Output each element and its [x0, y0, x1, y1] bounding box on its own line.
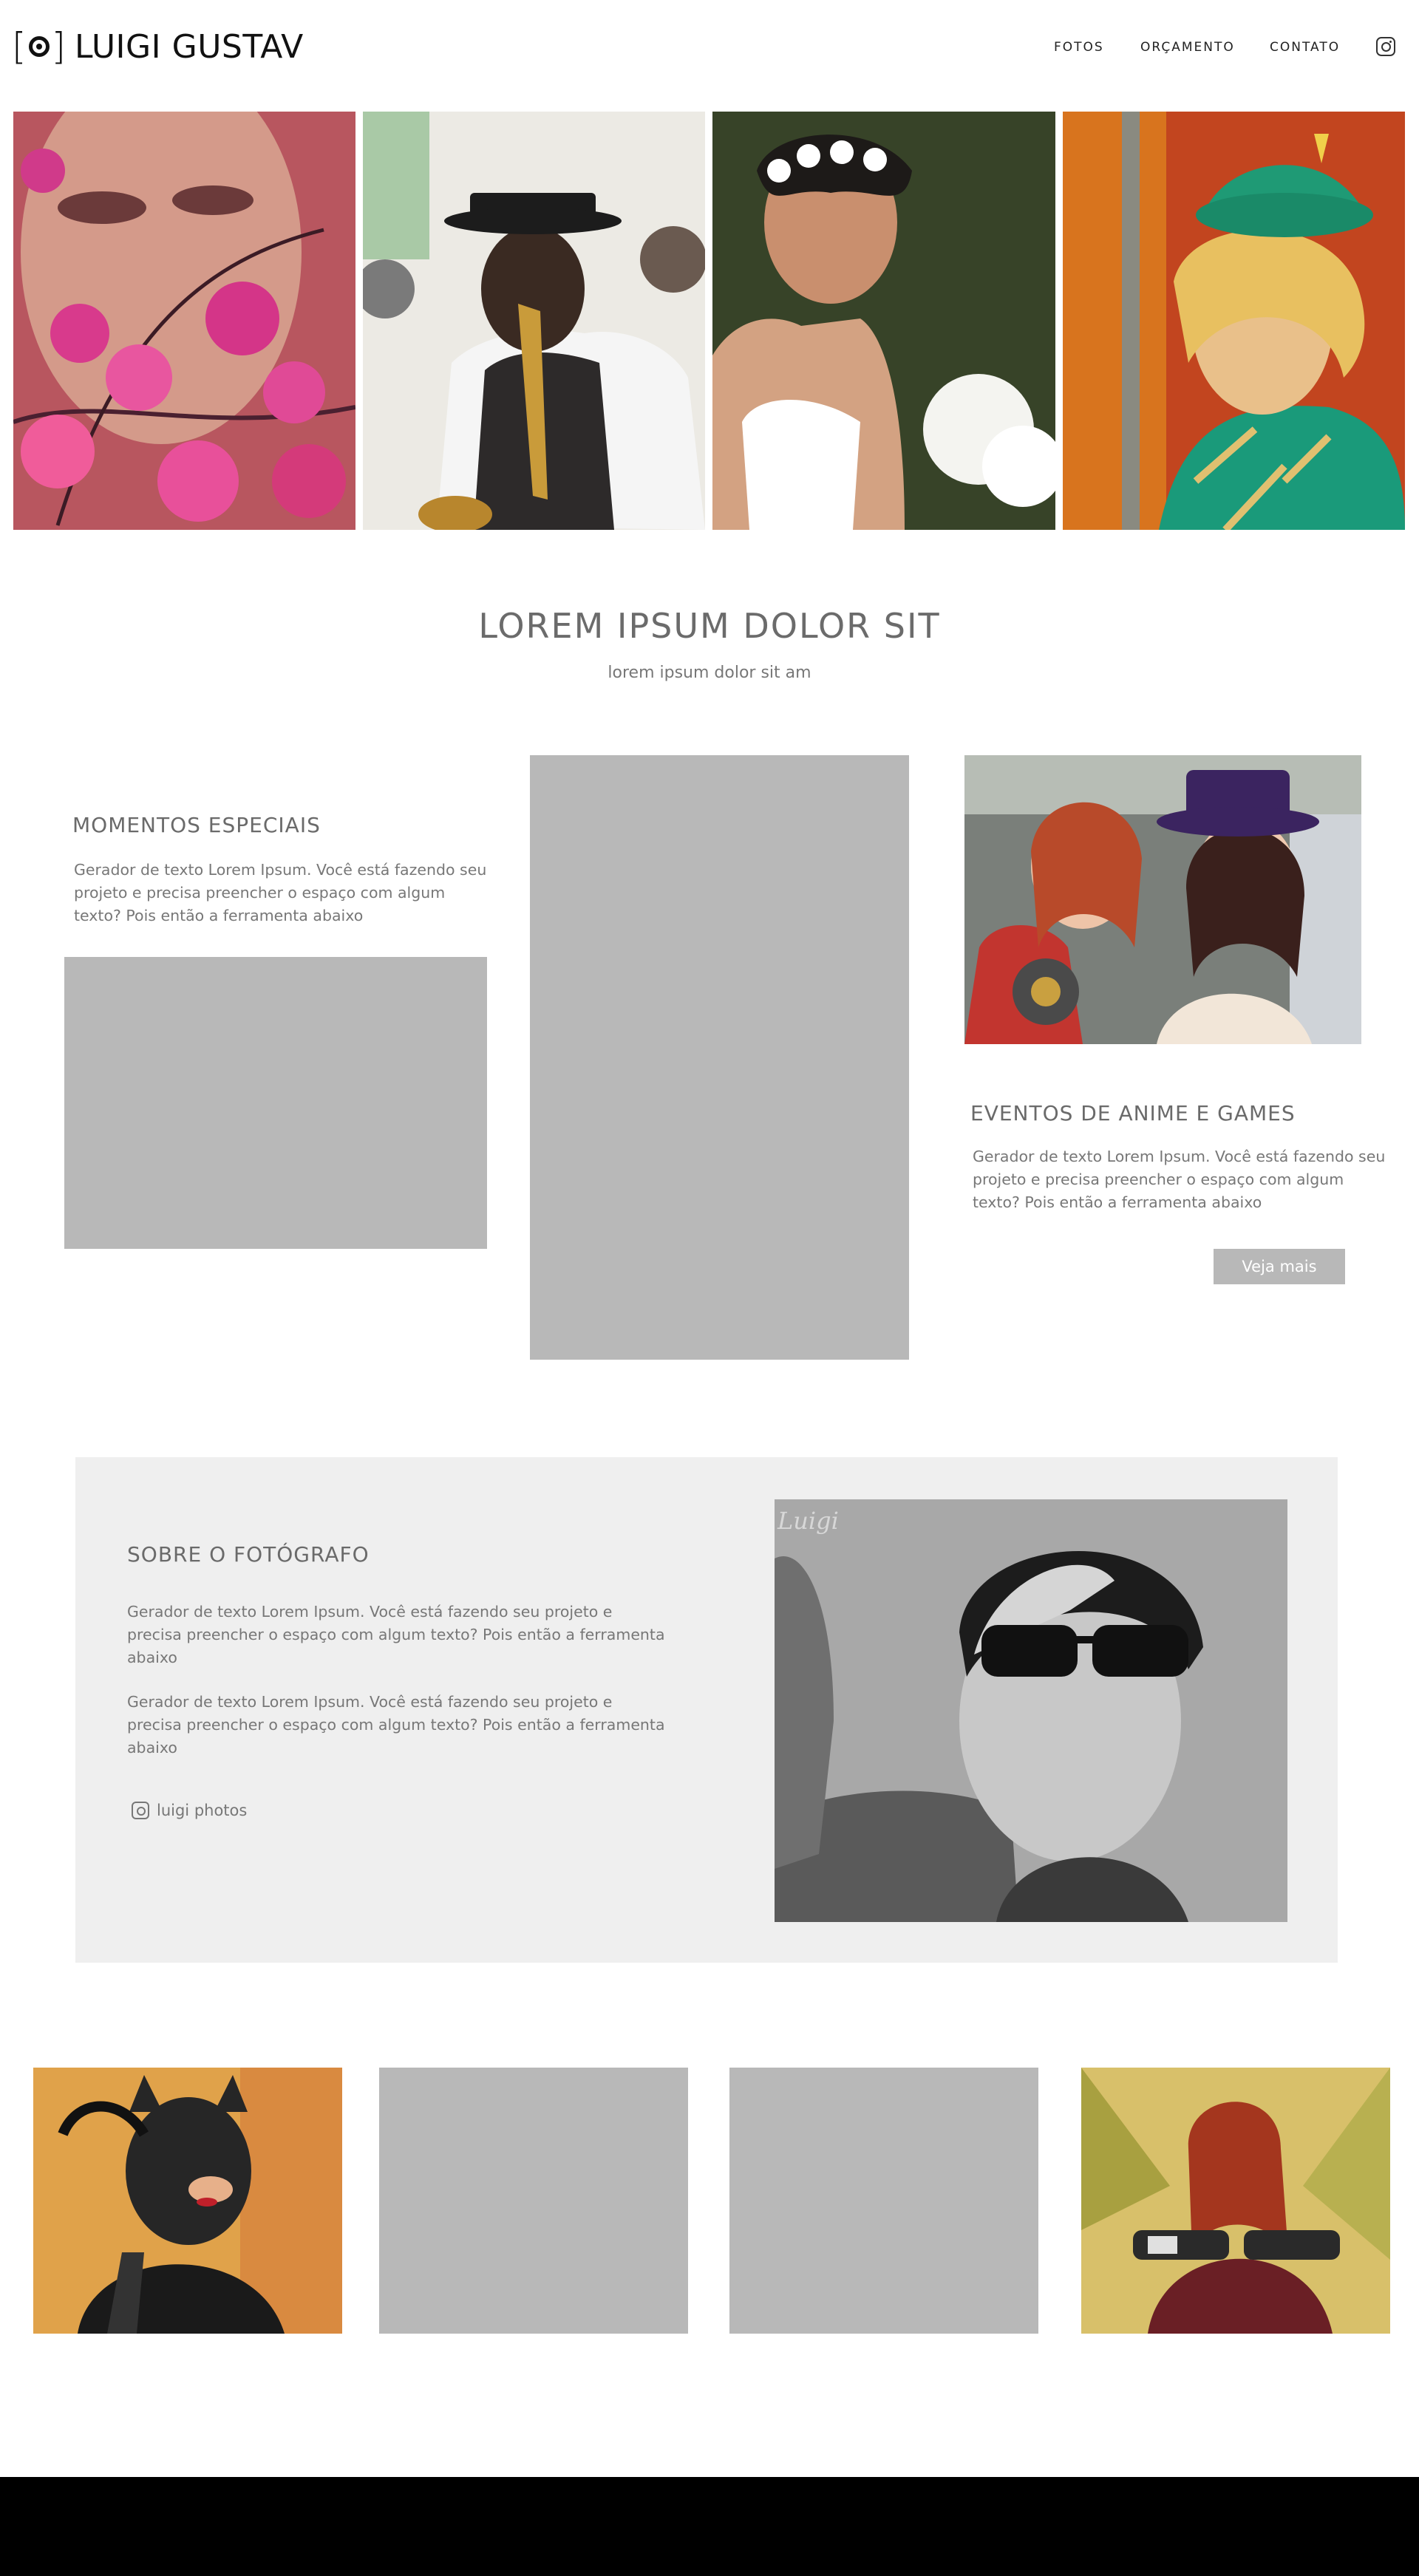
hero-photo-flowers: [13, 112, 355, 530]
momentos-title: MOMENTOS ESPECIAIS: [72, 813, 321, 837]
page-title: LOREM IPSUM DOLOR SIT: [478, 606, 941, 646]
page-subtitle: lorem ipsum dolor sit am: [608, 664, 811, 682]
about-paragraph-1: Gerador de texto Lorem Ipsum. Você está …: [127, 1603, 665, 1666]
portrait-watermark: Luigi: [777, 1507, 839, 1535]
nav-contato[interactable]: CONTATO: [1270, 37, 1340, 58]
hero-photo-saxophone: [363, 112, 705, 530]
logo-bracket-left-icon: [: [12, 25, 27, 68]
photographer-portrait: Luigi: [775, 1499, 1287, 1922]
about-title: SOBRE O FOTÓGRAFO: [127, 1542, 370, 1567]
instagram-small-icon: [132, 1802, 149, 1819]
camera-icon: [28, 36, 50, 57]
eventos-title: EVENTOS DE ANIME E GAMES: [970, 1101, 1296, 1125]
eventos-photo-cosplayers: [964, 755, 1361, 1044]
momentos-image-placeholder: [64, 957, 487, 1249]
nav-link-fotos[interactable]: FOTOS: [1054, 40, 1104, 55]
eventos-text: Gerador de texto Lorem Ipsum. Você está …: [973, 1148, 1386, 1211]
about-paragraph-2: Gerador de texto Lorem Ipsum. Você está …: [127, 1693, 665, 1756]
nav-fotos[interactable]: FOTOS: [1054, 37, 1104, 58]
veja-mais-button[interactable]: Veja mais: [1214, 1249, 1345, 1284]
gallery-photo-redhead: [1081, 2068, 1390, 2334]
instagram-icon[interactable]: [1376, 37, 1395, 56]
about-instagram-link[interactable]: luigi photos: [132, 1802, 247, 1819]
hero-photo-cosplay: [1063, 112, 1405, 530]
nav-link-orcamento[interactable]: ORÇAMENTO: [1140, 40, 1235, 55]
footer: [0, 2477, 1419, 2576]
gallery-photo-catwoman: [33, 2068, 342, 2334]
instagram-label: luigi photos: [157, 1802, 248, 1819]
nav-orcamento[interactable]: ORÇAMENTO: [1140, 37, 1235, 58]
logo-bracket-right-icon: ]: [51, 25, 67, 68]
gallery-image-placeholder-2: [729, 2068, 1038, 2334]
featured-image-placeholder: [530, 755, 909, 1360]
brand-name: LUIGI GUSTAV: [75, 27, 304, 66]
gallery-image-placeholder-1: [379, 2068, 688, 2334]
brand-logo[interactable]: [ ] LUIGI GUSTAV: [12, 27, 304, 67]
nav-link-contato[interactable]: CONTATO: [1270, 40, 1340, 55]
hero-photo-bride: [712, 112, 1055, 530]
momentos-text: Gerador de texto Lorem Ipsum. Você está …: [74, 861, 487, 924]
